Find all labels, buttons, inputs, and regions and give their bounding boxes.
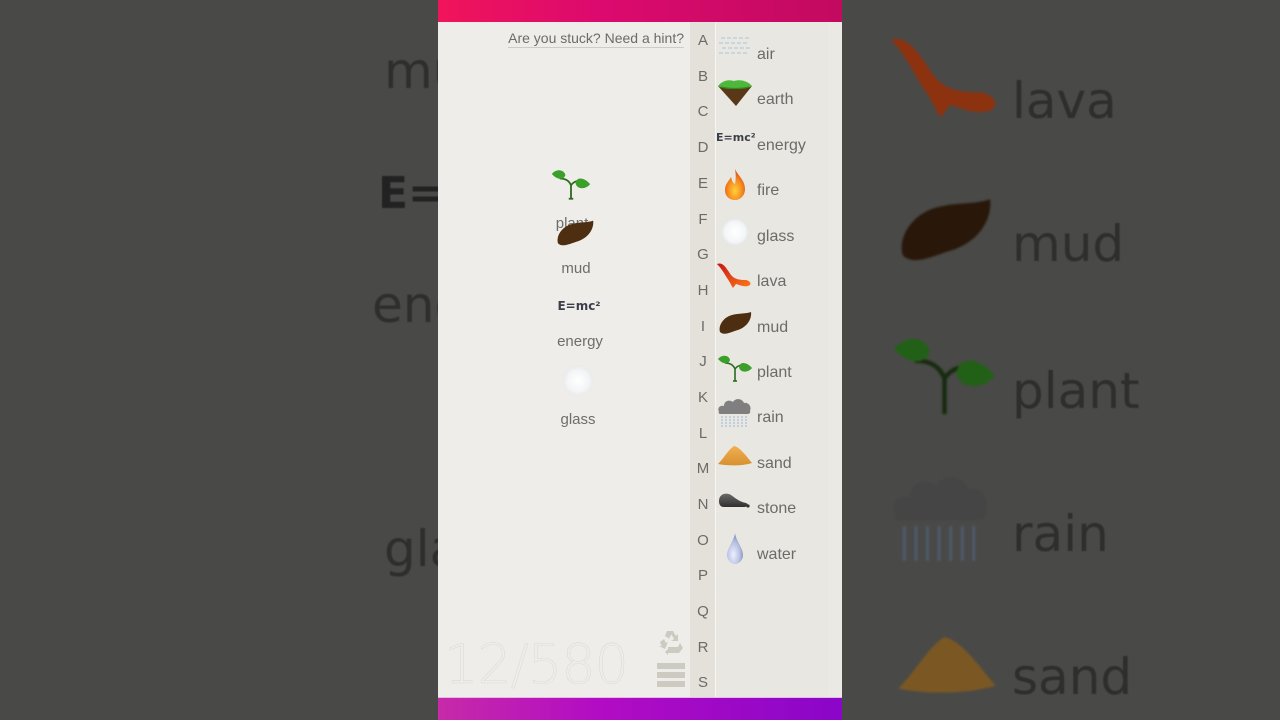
elements-list[interactable]: air earth E=mc² energy fire glass lava m… [716, 22, 828, 697]
list-label: air [757, 46, 775, 63]
list-label: fire [757, 182, 780, 199]
earth-icon [718, 80, 752, 106]
workspace-element-mud[interactable] [552, 215, 598, 254]
bg-text-mud: mud [384, 42, 438, 100]
hamburger-menu-icon [657, 663, 685, 687]
alphabet-letter-b[interactable]: B [690, 68, 716, 85]
glass-icon [720, 217, 750, 247]
list-item-water[interactable]: water [716, 531, 828, 575]
bg-lava-icon [890, 38, 996, 118]
workspace-element-plant[interactable] [546, 165, 596, 206]
alphabet-letter-e[interactable]: E [690, 175, 716, 192]
alphabet-letter-l[interactable]: L [690, 425, 716, 442]
bg-text-mud: mud [1012, 215, 1125, 273]
hint-link[interactable]: Are you stuck? Need a hint? [508, 30, 684, 48]
sand-icon [718, 446, 752, 466]
list-item-earth[interactable]: earth [716, 76, 828, 120]
list-item-sand[interactable]: sand [716, 440, 828, 484]
alphabet-letter-o[interactable]: O [690, 532, 716, 549]
plant-icon [551, 170, 591, 200]
alphabet-letter-p[interactable]: P [690, 567, 716, 584]
list-label: earth [757, 91, 794, 108]
background-blur-right: lava mud plant rain sand [842, 0, 1280, 720]
list-item-glass[interactable]: glass [716, 213, 828, 257]
alphabet-letter-r[interactable]: R [690, 639, 716, 656]
plant-icon [718, 355, 752, 382]
alphabet-letter-c[interactable]: C [690, 103, 716, 120]
bg-text-rain: rain [1012, 505, 1109, 563]
alphabet-letter-m[interactable]: M [690, 460, 716, 477]
list-label: mud [757, 319, 789, 336]
alphabet-letter-a[interactable]: A [690, 32, 716, 49]
bg-text-glass: gla [384, 520, 438, 578]
stone-icon [719, 493, 750, 508]
water-icon [727, 533, 743, 564]
list-label: energy [757, 137, 806, 154]
list-label: sand [757, 455, 792, 472]
recycle-icon [659, 631, 683, 655]
workspace-element-glass[interactable] [558, 363, 598, 404]
list-label: water [757, 546, 797, 563]
list-label: glass [757, 228, 795, 245]
alphabet-letter-k[interactable]: K [690, 389, 716, 406]
list-item-plant[interactable]: plant [716, 349, 828, 393]
background-blur-left: mud E= ene gla [0, 0, 438, 720]
list-item-energy[interactable]: E=mc² energy [716, 122, 828, 166]
game-screen: Are you stuck? Need a hint? plant mud E=… [438, 0, 842, 720]
workspace-label-glass: glass [560, 411, 596, 428]
glass-icon [562, 365, 594, 397]
mud-icon [719, 312, 752, 334]
list-label: stone [757, 500, 797, 517]
alphabet-letter-d[interactable]: D [690, 139, 716, 156]
lava-icon [717, 263, 751, 288]
list-label: lava [757, 273, 787, 290]
list-scroll-edge [828, 22, 842, 697]
workspace-label-energy: energy [557, 333, 603, 350]
bg-text-sand: sand [1012, 648, 1133, 706]
list-item-rain[interactable]: rain [716, 394, 828, 438]
bg-sand-icon [898, 637, 996, 693]
energy-icon: E=mc² [716, 131, 756, 144]
workspace-element-energy[interactable]: E=mc² [548, 299, 610, 313]
bg-mud-icon [901, 199, 991, 261]
top-status-bar [438, 0, 842, 22]
bg-text-energy: ene [372, 276, 438, 334]
list-item-air[interactable]: air [716, 31, 828, 75]
bg-plant-icon [894, 338, 995, 415]
bg-text-lava: lava [1012, 72, 1117, 130]
alphabet-index: A B C D E F G H I J K L M N O P Q R S [690, 22, 716, 697]
list-item-mud[interactable]: mud [716, 304, 828, 348]
alphabet-letter-j[interactable]: J [690, 353, 716, 370]
alphabet-letter-n[interactable]: N [690, 496, 716, 513]
list-label: plant [757, 364, 792, 381]
bg-text-plant: plant [1012, 362, 1140, 420]
list-item-lava[interactable]: lava [716, 258, 828, 302]
list-label: rain [757, 409, 784, 426]
bg-text-energy-formula: E= [378, 168, 438, 219]
workspace-area[interactable]: Are you stuck? Need a hint? plant mud E=… [438, 22, 690, 697]
list-item-fire[interactable]: fire [716, 167, 828, 211]
rain-icon [718, 399, 751, 428]
progress-counter: 12/580 [444, 633, 629, 696]
alphabet-letter-f[interactable]: F [690, 211, 716, 228]
bottom-nav-bar [438, 697, 842, 720]
alphabet-letter-i[interactable]: I [690, 318, 716, 335]
alphabet-letter-g[interactable]: G [690, 246, 716, 263]
clear-workspace-button[interactable] [656, 628, 686, 658]
list-item-stone[interactable]: stone [716, 485, 828, 529]
bg-rain-icon [893, 477, 987, 561]
alphabet-letter-s[interactable]: S [690, 674, 716, 691]
mud-icon [557, 220, 594, 246]
air-icon [719, 37, 750, 54]
fire-icon [725, 169, 745, 200]
alphabet-letter-h[interactable]: H [690, 282, 716, 299]
menu-button[interactable] [657, 663, 685, 691]
alphabet-letter-q[interactable]: Q [690, 603, 716, 620]
workspace-label-mud: mud [561, 260, 591, 277]
